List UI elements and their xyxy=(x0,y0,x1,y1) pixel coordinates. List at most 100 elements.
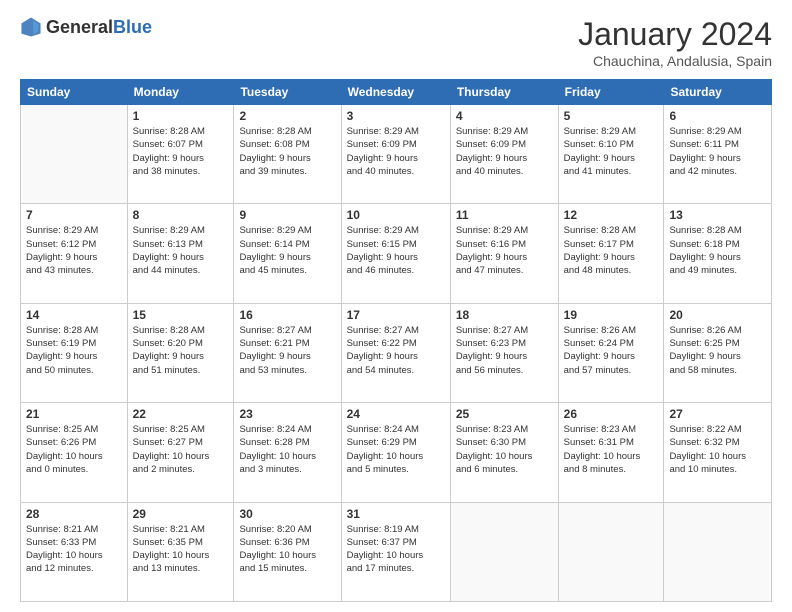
table-row: 28Sunrise: 8:21 AM Sunset: 6:33 PM Dayli… xyxy=(21,502,128,601)
table-row xyxy=(558,502,664,601)
calendar-week-2: 7 Sunrise: 8:29 AM Sunset: 6:12 PM Daylig… xyxy=(21,204,772,303)
day-number: 23 xyxy=(239,407,335,421)
table-row: 1 Sunrise: 8:28 AM Sunset: 6:07 PM Daylig… xyxy=(127,105,234,204)
table-row: 16Sunrise: 8:27 AM Sunset: 6:21 PM Dayli… xyxy=(234,303,341,402)
table-row: 29 Sunrise: 8:21 AM Sunset: 6:35 PM Dayli… xyxy=(127,502,234,601)
table-row: 27 Sunrise: 8:22 AM Sunset: 6:32 PM Dayli… xyxy=(664,403,772,502)
day-info: Sunrise: 8:26 AM Sunset: 6:25 PM Dayligh… xyxy=(669,324,766,377)
title-area: January 2024 Chauchina, Andalusia, Spain xyxy=(578,16,772,69)
day-number: 2 xyxy=(239,109,335,123)
table-row: 25Sunrise: 8:23 AM Sunset: 6:30 PM Dayli… xyxy=(450,403,558,502)
table-row: 15 Sunrise: 8:28 AM Sunset: 6:20 PM Dayli… xyxy=(127,303,234,402)
day-info: Sunrise: 8:29 AM Sunset: 6:13 PM Dayligh… xyxy=(133,224,229,277)
table-row: 24 Sunrise: 8:24 AM Sunset: 6:29 PM Dayli… xyxy=(341,403,450,502)
day-number: 7 xyxy=(26,208,122,222)
day-number: 12 xyxy=(564,208,659,222)
day-number: 6 xyxy=(669,109,766,123)
table-row: 18 Sunrise: 8:27 AM Sunset: 6:23 PM Dayli… xyxy=(450,303,558,402)
table-row: 13Sunrise: 8:28 AM Sunset: 6:18 PM Dayli… xyxy=(664,204,772,303)
logo-text: GeneralBlue xyxy=(46,17,152,38)
table-row: 17 Sunrise: 8:27 AM Sunset: 6:22 PM Dayli… xyxy=(341,303,450,402)
col-thursday: Thursday xyxy=(450,80,558,105)
day-number: 19 xyxy=(564,308,659,322)
day-info: Sunrise: 8:21 AM Sunset: 6:33 PM Dayligh… xyxy=(26,523,122,576)
day-info: Sunrise: 8:28 AM Sunset: 6:20 PM Dayligh… xyxy=(133,324,229,377)
table-row: 23 Sunrise: 8:24 AM Sunset: 6:28 PM Dayli… xyxy=(234,403,341,502)
day-number: 27 xyxy=(669,407,766,421)
day-info: Sunrise: 8:29 AM Sunset: 6:09 PM Dayligh… xyxy=(347,125,445,178)
col-monday: Monday xyxy=(127,80,234,105)
day-number: 21 xyxy=(26,407,122,421)
day-info: Sunrise: 8:19 AM Sunset: 6:37 PM Dayligh… xyxy=(347,523,445,576)
day-number: 29 xyxy=(133,507,229,521)
day-info: Sunrise: 8:27 AM Sunset: 6:23 PM Dayligh… xyxy=(456,324,553,377)
day-number: 5 xyxy=(564,109,659,123)
table-row: 2 Sunrise: 8:28 AM Sunset: 6:08 PM Daylig… xyxy=(234,105,341,204)
table-row: 12 Sunrise: 8:28 AM Sunset: 6:17 PM Dayli… xyxy=(558,204,664,303)
col-friday: Friday xyxy=(558,80,664,105)
day-number: 9 xyxy=(239,208,335,222)
day-info: Sunrise: 8:27 AM Sunset: 6:22 PM Dayligh… xyxy=(347,324,445,377)
day-info: Sunrise: 8:28 AM Sunset: 6:07 PM Dayligh… xyxy=(133,125,229,178)
calendar-week-3: 14 Sunrise: 8:28 AM Sunset: 6:19 PM Dayli… xyxy=(21,303,772,402)
day-info: Sunrise: 8:23 AM Sunset: 6:30 PM Dayligh… xyxy=(456,423,553,476)
table-row: 22Sunrise: 8:25 AM Sunset: 6:27 PM Dayli… xyxy=(127,403,234,502)
day-number: 1 xyxy=(133,109,229,123)
day-number: 24 xyxy=(347,407,445,421)
logo-general: General xyxy=(46,17,113,37)
day-info: Sunrise: 8:29 AM Sunset: 6:14 PM Dayligh… xyxy=(239,224,335,277)
calendar-week-5: 28Sunrise: 8:21 AM Sunset: 6:33 PM Dayli… xyxy=(21,502,772,601)
day-info: Sunrise: 8:28 AM Sunset: 6:08 PM Dayligh… xyxy=(239,125,335,178)
table-row: 5 Sunrise: 8:29 AM Sunset: 6:10 PM Daylig… xyxy=(558,105,664,204)
page: GeneralBlue January 2024 Chauchina, Anda… xyxy=(0,0,792,612)
logo-icon xyxy=(20,16,42,38)
day-info: Sunrise: 8:28 AM Sunset: 6:17 PM Dayligh… xyxy=(564,224,659,277)
day-info: Sunrise: 8:24 AM Sunset: 6:28 PM Dayligh… xyxy=(239,423,335,476)
table-row: 14 Sunrise: 8:28 AM Sunset: 6:19 PM Dayli… xyxy=(21,303,128,402)
day-number: 18 xyxy=(456,308,553,322)
day-info: Sunrise: 8:29 AM Sunset: 6:10 PM Dayligh… xyxy=(564,125,659,178)
day-info: Sunrise: 8:29 AM Sunset: 6:16 PM Dayligh… xyxy=(456,224,553,277)
day-info: Sunrise: 8:29 AM Sunset: 6:09 PM Dayligh… xyxy=(456,125,553,178)
table-row xyxy=(450,502,558,601)
day-info: Sunrise: 8:23 AM Sunset: 6:31 PM Dayligh… xyxy=(564,423,659,476)
day-number: 10 xyxy=(347,208,445,222)
day-number: 15 xyxy=(133,308,229,322)
location-subtitle: Chauchina, Andalusia, Spain xyxy=(578,53,772,69)
day-info: Sunrise: 8:25 AM Sunset: 6:26 PM Dayligh… xyxy=(26,423,122,476)
day-info: Sunrise: 8:22 AM Sunset: 6:32 PM Dayligh… xyxy=(669,423,766,476)
table-row: 10 Sunrise: 8:29 AM Sunset: 6:15 PM Dayli… xyxy=(341,204,450,303)
col-wednesday: Wednesday xyxy=(341,80,450,105)
table-row xyxy=(664,502,772,601)
day-number: 8 xyxy=(133,208,229,222)
table-row: 19 Sunrise: 8:26 AM Sunset: 6:24 PM Dayli… xyxy=(558,303,664,402)
day-info: Sunrise: 8:21 AM Sunset: 6:35 PM Dayligh… xyxy=(133,523,229,576)
table-row: 7 Sunrise: 8:29 AM Sunset: 6:12 PM Daylig… xyxy=(21,204,128,303)
table-row: 30Sunrise: 8:20 AM Sunset: 6:36 PM Dayli… xyxy=(234,502,341,601)
day-info: Sunrise: 8:24 AM Sunset: 6:29 PM Dayligh… xyxy=(347,423,445,476)
table-row: 6 Sunrise: 8:29 AM Sunset: 6:11 PM Daylig… xyxy=(664,105,772,204)
day-info: Sunrise: 8:29 AM Sunset: 6:11 PM Dayligh… xyxy=(669,125,766,178)
day-number: 17 xyxy=(347,308,445,322)
day-number: 26 xyxy=(564,407,659,421)
table-row: 3Sunrise: 8:29 AM Sunset: 6:09 PM Daylig… xyxy=(341,105,450,204)
day-info: Sunrise: 8:29 AM Sunset: 6:12 PM Dayligh… xyxy=(26,224,122,277)
day-info: Sunrise: 8:27 AM Sunset: 6:21 PM Dayligh… xyxy=(239,324,335,377)
calendar-week-4: 21 Sunrise: 8:25 AM Sunset: 6:26 PM Dayli… xyxy=(21,403,772,502)
day-info: Sunrise: 8:29 AM Sunset: 6:15 PM Dayligh… xyxy=(347,224,445,277)
month-title: January 2024 xyxy=(578,16,772,53)
day-info: Sunrise: 8:26 AM Sunset: 6:24 PM Dayligh… xyxy=(564,324,659,377)
table-row: 26 Sunrise: 8:23 AM Sunset: 6:31 PM Dayli… xyxy=(558,403,664,502)
table-row: 21 Sunrise: 8:25 AM Sunset: 6:26 PM Dayli… xyxy=(21,403,128,502)
day-number: 20 xyxy=(669,308,766,322)
table-row: 4 Sunrise: 8:29 AM Sunset: 6:09 PM Daylig… xyxy=(450,105,558,204)
day-info: Sunrise: 8:28 AM Sunset: 6:19 PM Dayligh… xyxy=(26,324,122,377)
day-info: Sunrise: 8:28 AM Sunset: 6:18 PM Dayligh… xyxy=(669,224,766,277)
day-number: 14 xyxy=(26,308,122,322)
day-number: 11 xyxy=(456,208,553,222)
day-info: Sunrise: 8:25 AM Sunset: 6:27 PM Dayligh… xyxy=(133,423,229,476)
col-tuesday: Tuesday xyxy=(234,80,341,105)
logo: GeneralBlue xyxy=(20,16,152,38)
table-row: 31Sunrise: 8:19 AM Sunset: 6:37 PM Dayli… xyxy=(341,502,450,601)
day-number: 4 xyxy=(456,109,553,123)
